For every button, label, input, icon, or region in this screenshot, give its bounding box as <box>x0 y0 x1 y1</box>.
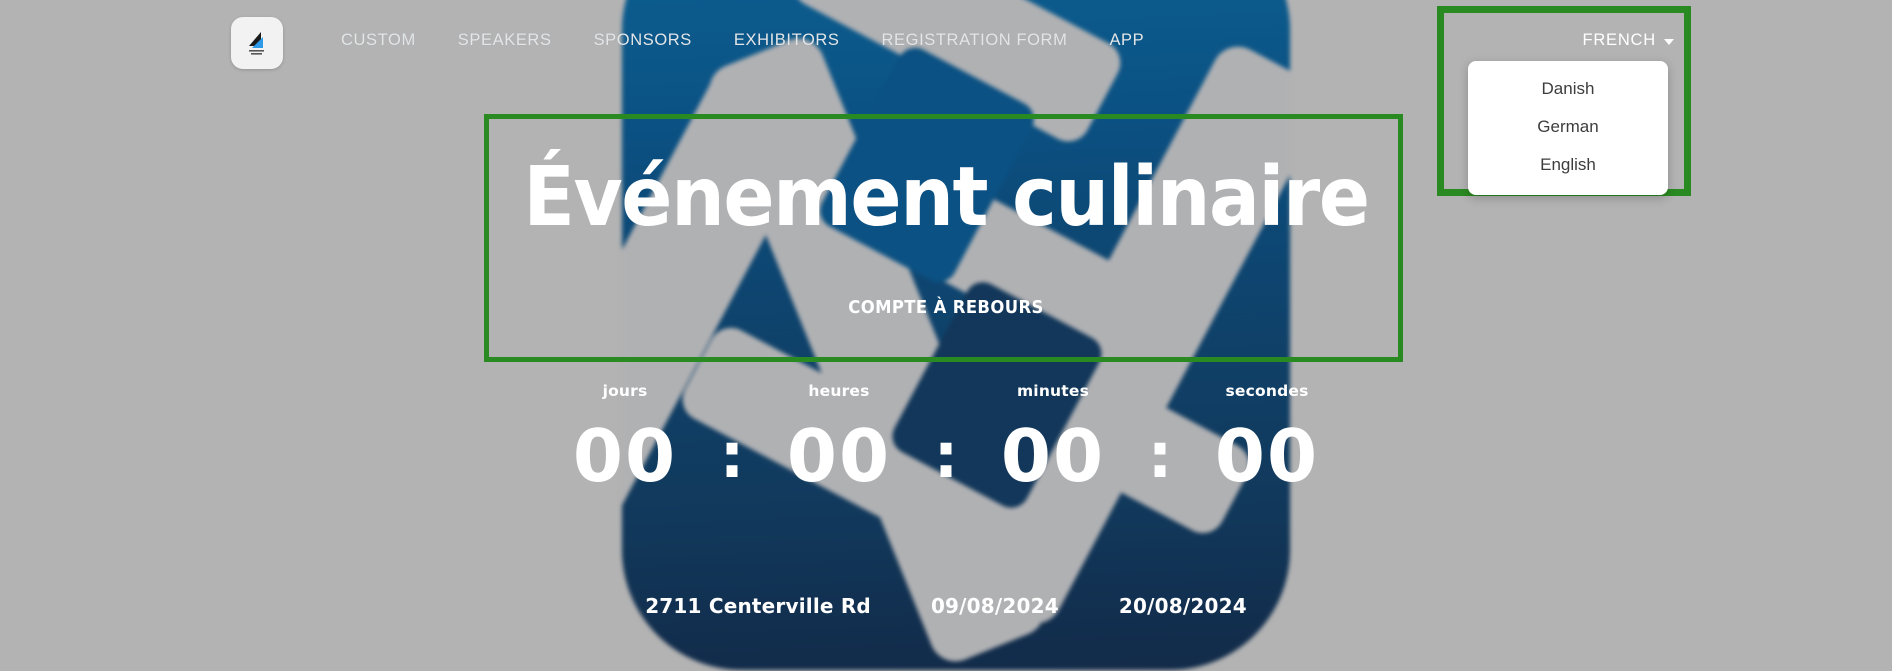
language-selector: FRENCH Danish German English <box>1444 13 1684 195</box>
sail-logo-icon <box>242 28 272 58</box>
countdown-label-hours: heures <box>808 382 870 400</box>
chevron-down-icon <box>1664 39 1674 45</box>
page-root: CUSTOM SPEAKERS SPONSORS EXHIBITORS REGI… <box>0 0 1892 671</box>
countdown-value-minutes: 00 <box>1000 414 1106 498</box>
countdown-value-days: 00 <box>572 414 678 498</box>
countdown-heading: COMPTE À REBOURS <box>848 298 1044 318</box>
countdown-unit-seconds: secondes 00 <box>1177 382 1357 494</box>
countdown-label-seconds: secondes <box>1225 382 1309 400</box>
countdown-separator: : <box>1147 419 1173 492</box>
countdown-label-minutes: minutes <box>1016 382 1090 400</box>
nav-links: CUSTOM SPEAKERS SPONSORS EXHIBITORS REGI… <box>320 29 1165 51</box>
countdown-timer: jours 00 : heures 00 : minutes 00 : seco… <box>0 382 1892 494</box>
event-end-date: 20/08/2024 <box>1118 594 1247 618</box>
event-location: 2711 Centerville Rd <box>645 594 871 618</box>
countdown-unit-hours: heures 00 <box>749 382 929 494</box>
site-logo[interactable] <box>231 17 283 69</box>
language-dropdown-toggle[interactable]: FRENCH <box>1582 31 1674 50</box>
nav-link-registration-form[interactable]: REGISTRATION FORM <box>861 29 1089 51</box>
countdown-unit-days: jours 00 <box>535 382 715 494</box>
nav-link-custom[interactable]: CUSTOM <box>320 29 437 51</box>
language-selected-label: FRENCH <box>1582 31 1656 49</box>
countdown-separator: : <box>719 419 745 492</box>
nav-link-exhibitors[interactable]: EXHIBITORS <box>713 29 861 51</box>
nav-link-speakers[interactable]: SPEAKERS <box>437 29 573 51</box>
countdown-unit-minutes: minutes 00 <box>963 382 1143 494</box>
language-option-german[interactable]: German <box>1468 108 1668 146</box>
nav-link-sponsors[interactable]: SPONSORS <box>573 29 713 51</box>
event-start-date: 09/08/2024 <box>930 594 1059 618</box>
event-meta: 2711 Centerville Rd 09/08/2024 20/08/202… <box>0 594 1892 618</box>
countdown-separator: : <box>933 419 959 492</box>
countdown-label-days: jours <box>602 382 648 400</box>
countdown-value-hours: 00 <box>786 414 892 498</box>
nav-link-app[interactable]: APP <box>1088 29 1165 51</box>
language-dropdown-menu: Danish German English <box>1468 61 1668 195</box>
language-option-english[interactable]: English <box>1468 146 1668 184</box>
language-option-danish[interactable]: Danish <box>1468 70 1668 108</box>
countdown-value-seconds: 00 <box>1214 414 1320 498</box>
